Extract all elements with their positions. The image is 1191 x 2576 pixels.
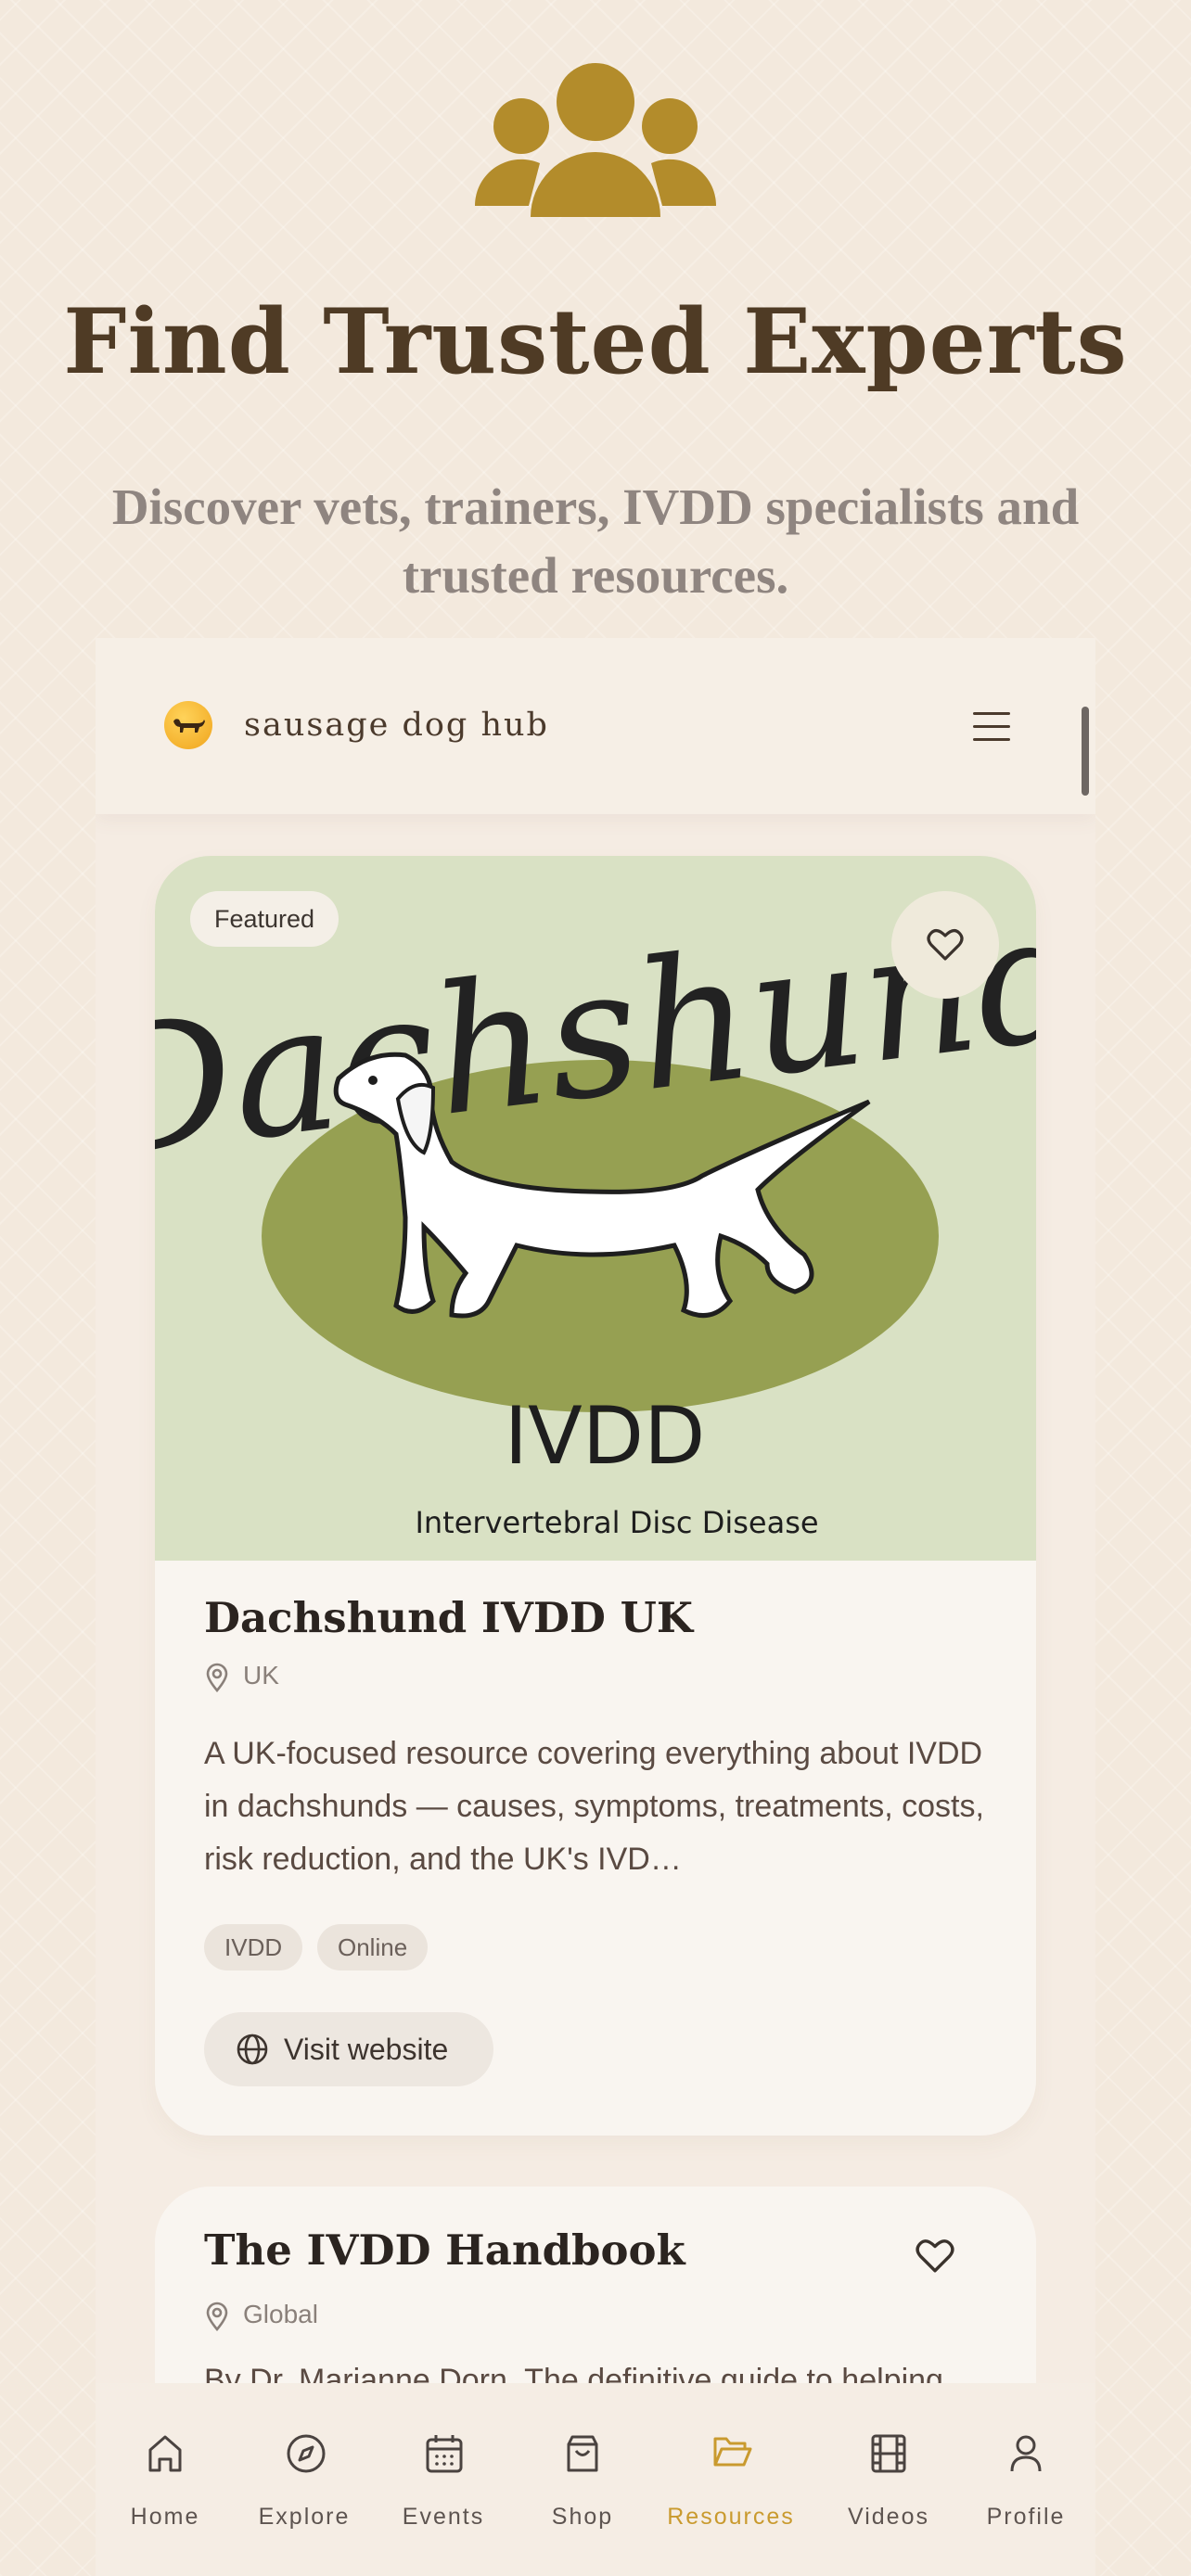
shopping-bag-icon: [567, 2435, 598, 2472]
nav-item-events[interactable]: Events: [374, 2383, 513, 2576]
heart-icon[interactable]: [916, 2238, 954, 2274]
film-icon: [871, 2434, 906, 2473]
hero-section: Find Trusted Experts Discover vets, trai…: [0, 0, 1191, 640]
resource-location: UK: [204, 1661, 482, 1694]
compass-icon: [287, 2434, 326, 2473]
bottom-navigation: Home Explore Events Shop Resources Video…: [96, 2383, 1095, 2576]
nav-item-explore[interactable]: Explore: [235, 2383, 374, 2576]
tag-chip: Online: [317, 1924, 429, 1970]
nav-item-videos[interactable]: Videos: [819, 2383, 958, 2576]
nav-item-resources[interactable]: Resources: [661, 2383, 800, 2576]
page-title: Find Trusted Experts: [63, 289, 1128, 394]
scrollbar-thumb[interactable]: [1082, 707, 1089, 796]
visit-website-button[interactable]: Visit website: [204, 2012, 493, 2086]
resource-image: Dachshund IVDD Intervertebral Disc Disea…: [155, 856, 1036, 1561]
hamburger-menu-icon[interactable]: [973, 712, 1010, 742]
resource-location: Global: [204, 2300, 482, 2333]
people-group-icon: [475, 63, 716, 217]
svg-text:IVDD: IVDD: [505, 1390, 706, 1483]
brand-name[interactable]: sausage dog hub: [244, 707, 549, 744]
resource-title[interactable]: Dachshund IVDD UK: [204, 1593, 693, 1642]
map-pin-icon: [206, 2302, 228, 2331]
resource-description: A UK-focused resource covering everythin…: [204, 1736, 984, 1877]
page-subtitle: Discover vets, trainers, IVDD specialist…: [111, 478, 1080, 604]
folder-open-icon: [713, 2437, 752, 2467]
heart-icon: [927, 929, 964, 961]
nav-item-profile[interactable]: Profile: [956, 2383, 1095, 2576]
nav-item-shop[interactable]: Shop: [513, 2383, 652, 2576]
favorite-button[interactable]: [891, 891, 999, 999]
globe-icon: [237, 2034, 268, 2065]
nav-item-home[interactable]: Home: [96, 2383, 235, 2576]
app-header: sausage dog hub: [96, 638, 1095, 814]
user-icon: [1010, 2435, 1042, 2472]
tag-chip: IVDD: [204, 1924, 303, 1970]
featured-badge: Featured: [190, 891, 339, 947]
calendar-icon: [426, 2435, 463, 2473]
dachshund-logo-icon[interactable]: [164, 701, 212, 749]
app-panel: sausage dog hub Dachshund IVDD Intervert…: [96, 638, 1095, 2576]
resource-title[interactable]: The IVDD Handbook: [204, 2225, 685, 2275]
resource-card[interactable]: Dachshund IVDD Intervertebral Disc Disea…: [155, 856, 1036, 2136]
home-icon: [148, 2435, 182, 2472]
map-pin-icon: [206, 1663, 228, 1692]
svg-text:Intervertebral Disc Disease: Intervertebral Disc Disease: [415, 1505, 818, 1540]
